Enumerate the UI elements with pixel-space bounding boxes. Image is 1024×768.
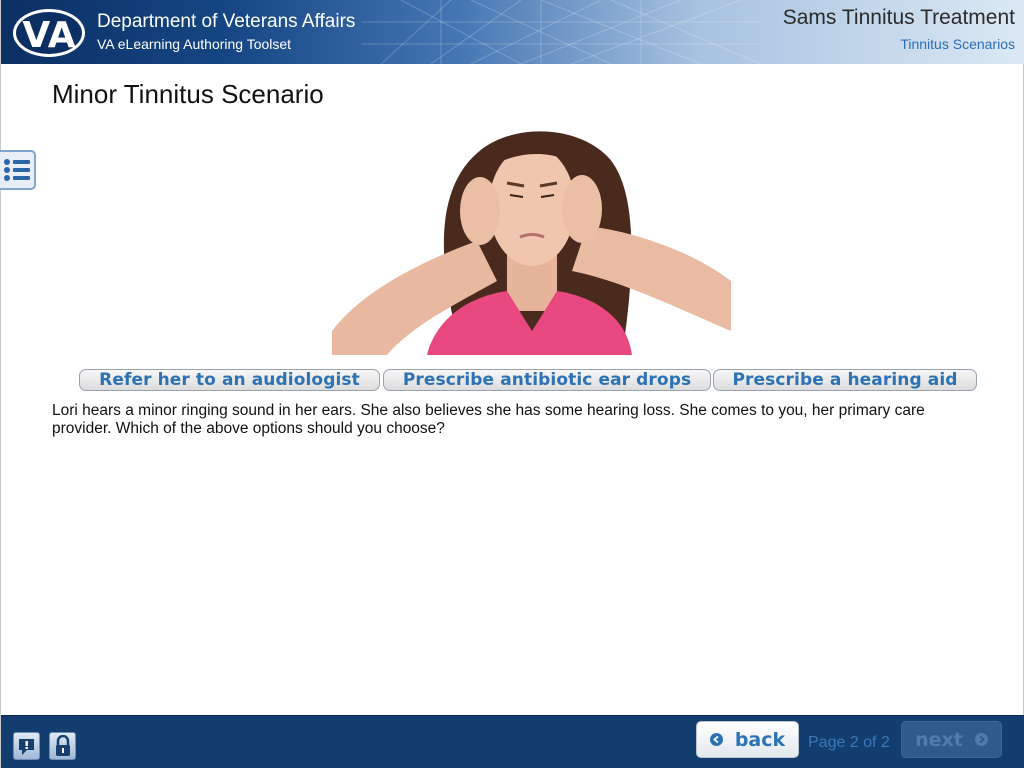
option-hearing-aid-button[interactable]: Prescribe a hearing aid <box>713 369 977 391</box>
list-icon <box>4 159 30 181</box>
va-logo-icon: VA <box>13 9 85 57</box>
lock-icon <box>55 735 70 756</box>
scenario-photo <box>332 131 731 355</box>
va-logo-text: VA <box>22 15 75 56</box>
app-frame: VA Department of Veterans Affairs VA eLe… <box>0 0 1024 768</box>
lock-button[interactable] <box>49 732 76 760</box>
answer-options: Refer her to an audiologist Prescribe an… <box>79 369 977 391</box>
back-label: back <box>734 728 786 751</box>
scenario-description: Lori hears a minor ringing sound in her … <box>52 402 925 437</box>
course-title: Sams Tinnitus Treatment <box>782 6 1015 29</box>
chevron-left-circle-icon <box>709 733 723 746</box>
org-title: Department of Veterans Affairs <box>97 11 356 32</box>
option-refer-audiologist-button[interactable]: Refer her to an audiologist <box>79 369 380 391</box>
help-bubble-icon <box>19 738 34 755</box>
option-antibiotic-drops-button[interactable]: Prescribe antibiotic ear drops <box>383 369 711 391</box>
woman-covering-ears-image <box>332 131 731 355</box>
next-label: next <box>915 728 963 751</box>
back-button[interactable]: back <box>696 721 799 758</box>
menu-toggle-button[interactable] <box>0 150 36 190</box>
help-button[interactable] <box>13 732 40 760</box>
section-title: Tinnitus Scenarios <box>900 36 1015 52</box>
page-title: Minor Tinnitus Scenario <box>52 79 324 109</box>
header-banner: VA Department of Veterans Affairs VA eLe… <box>1 0 1024 64</box>
next-button: next <box>901 721 1002 758</box>
chevron-right-circle-icon <box>974 733 988 746</box>
footer-bar: back Page 2 of 2 next <box>1 715 1024 768</box>
org-subtitle: VA eLearning Authoring Toolset <box>97 36 292 52</box>
page-indicator: Page 2 of 2 <box>808 734 890 751</box>
